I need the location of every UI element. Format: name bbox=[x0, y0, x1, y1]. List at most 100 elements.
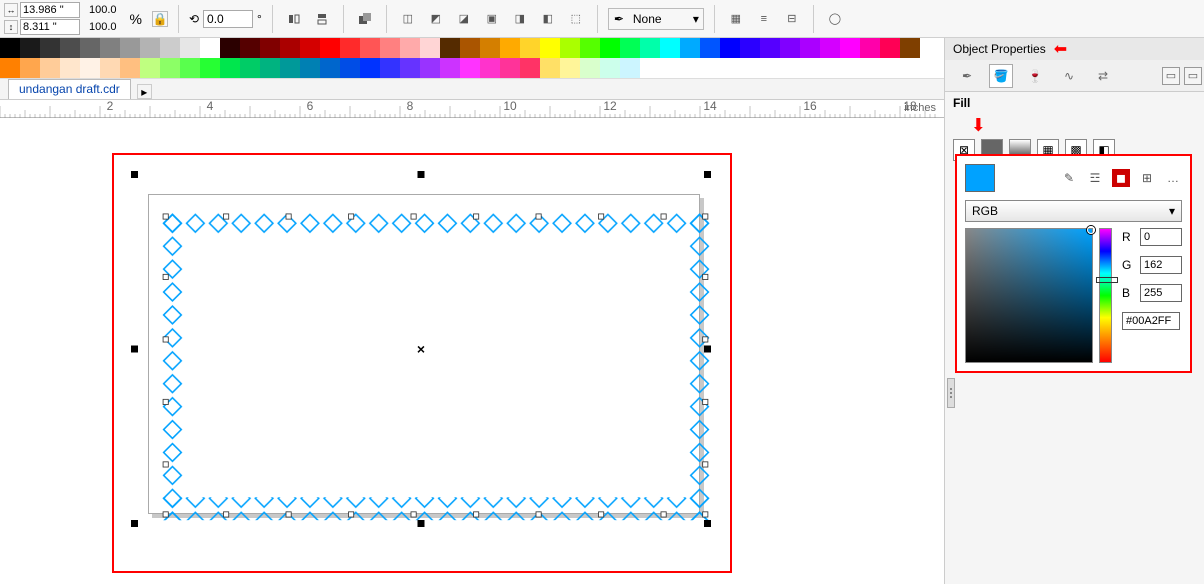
palette-swatch[interactable] bbox=[480, 38, 500, 58]
palette-swatch[interactable] bbox=[0, 58, 20, 78]
palette-swatch[interactable] bbox=[320, 58, 340, 78]
palette-swatch[interactable] bbox=[300, 58, 320, 78]
back-minus-front-button[interactable]: ◧ bbox=[537, 8, 559, 30]
palette-swatch[interactable] bbox=[40, 38, 60, 58]
palette-swatch[interactable] bbox=[420, 38, 440, 58]
palette-swatch[interactable] bbox=[700, 38, 720, 58]
selection-handle[interactable] bbox=[704, 171, 711, 178]
palette-swatch[interactable] bbox=[500, 38, 520, 58]
rotation-input[interactable] bbox=[203, 10, 253, 28]
align-button[interactable]: ≡ bbox=[753, 8, 775, 30]
b-input[interactable] bbox=[1140, 284, 1182, 302]
outline-width-dropdown[interactable]: ✒ None ▾ bbox=[608, 8, 704, 30]
palette-swatch[interactable] bbox=[120, 38, 140, 58]
palette-swatch[interactable] bbox=[100, 58, 120, 78]
palette-swatch[interactable] bbox=[360, 38, 380, 58]
palette-swatch[interactable] bbox=[340, 58, 360, 78]
intersect-button[interactable]: ◪ bbox=[453, 8, 475, 30]
palette-swatch[interactable] bbox=[540, 38, 560, 58]
selection-handle[interactable] bbox=[704, 520, 711, 527]
saturation-value-field[interactable] bbox=[965, 228, 1093, 363]
palette-swatch[interactable] bbox=[860, 38, 880, 58]
outline-tab[interactable]: ✒ bbox=[955, 64, 979, 88]
wrap-text-button[interactable]: ▦ bbox=[725, 8, 747, 30]
palette-swatch[interactable] bbox=[240, 58, 260, 78]
palette-swatch[interactable] bbox=[60, 58, 80, 78]
selection-handle[interactable] bbox=[418, 520, 425, 527]
boundary-button[interactable]: ⬚ bbox=[565, 8, 587, 30]
palette-swatch[interactable] bbox=[180, 58, 200, 78]
mirror-vertical-button[interactable] bbox=[311, 8, 333, 30]
color-model-dropdown[interactable]: RGB ▾ bbox=[965, 200, 1182, 222]
to-front-button[interactable] bbox=[354, 8, 376, 30]
palette-swatch[interactable] bbox=[640, 38, 660, 58]
palette-swatch[interactable] bbox=[440, 38, 460, 58]
summary-tab[interactable]: ⇄ bbox=[1091, 64, 1115, 88]
selection-handle[interactable] bbox=[131, 171, 138, 178]
g-input[interactable] bbox=[1140, 256, 1182, 274]
palette-swatch[interactable] bbox=[880, 38, 900, 58]
palette-swatch[interactable] bbox=[160, 38, 180, 58]
palette-swatch[interactable] bbox=[540, 58, 560, 78]
palette-swatch[interactable] bbox=[760, 38, 780, 58]
palette-swatch[interactable] bbox=[800, 38, 820, 58]
r-input[interactable] bbox=[1140, 228, 1182, 246]
docker-menu-button[interactable]: ▭ bbox=[1162, 67, 1180, 85]
palette-swatch[interactable] bbox=[500, 58, 520, 78]
scale-y-value[interactable]: 100.0 bbox=[86, 19, 120, 35]
hex-input[interactable] bbox=[1122, 312, 1180, 330]
palette-swatch[interactable] bbox=[20, 58, 40, 78]
palette-swatch[interactable] bbox=[480, 58, 500, 78]
palette-swatch[interactable] bbox=[820, 38, 840, 58]
fill-tab[interactable]: 🪣 bbox=[989, 64, 1013, 88]
tab-scroll-button[interactable]: ▸ bbox=[137, 84, 152, 99]
color-sliders-button[interactable]: ☲ bbox=[1086, 169, 1104, 187]
palette-swatch[interactable] bbox=[220, 58, 240, 78]
palette-swatch[interactable] bbox=[900, 38, 920, 58]
palette-swatch[interactable] bbox=[560, 58, 580, 78]
object-height-input[interactable] bbox=[20, 19, 80, 35]
palette-swatch[interactable] bbox=[240, 38, 260, 58]
align-button-2[interactable]: ⊟ bbox=[781, 8, 803, 30]
simplify-button[interactable]: ▣ bbox=[481, 8, 503, 30]
palette-swatch[interactable] bbox=[420, 58, 440, 78]
palette-swatch[interactable] bbox=[440, 58, 460, 78]
palette-swatch[interactable] bbox=[460, 38, 480, 58]
hue-marker[interactable] bbox=[1096, 277, 1118, 283]
convert-curves-button[interactable]: ◯ bbox=[824, 8, 846, 30]
palette-swatch[interactable] bbox=[400, 38, 420, 58]
palette-swatch[interactable] bbox=[80, 58, 100, 78]
palette-swatch[interactable] bbox=[400, 58, 420, 78]
palette-swatch[interactable] bbox=[120, 58, 140, 78]
color-palettes-button[interactable]: ⊞ bbox=[1138, 169, 1156, 187]
front-minus-back-button[interactable]: ◨ bbox=[509, 8, 531, 30]
trim-button[interactable]: ◩ bbox=[425, 8, 447, 30]
palette-swatch[interactable] bbox=[600, 38, 620, 58]
palette-swatch[interactable] bbox=[140, 58, 160, 78]
palette-swatch[interactable] bbox=[580, 58, 600, 78]
document-tab[interactable]: undangan draft.cdr bbox=[8, 79, 131, 99]
palette-swatch[interactable] bbox=[300, 38, 320, 58]
palette-swatch[interactable] bbox=[560, 38, 580, 58]
palette-swatch[interactable] bbox=[660, 38, 680, 58]
color-viewer-button[interactable]: ◼ bbox=[1112, 169, 1130, 187]
palette-swatch[interactable] bbox=[220, 38, 240, 58]
selection-handle[interactable] bbox=[131, 346, 138, 353]
palette-swatch[interactable] bbox=[140, 38, 160, 58]
palette-swatch[interactable] bbox=[580, 38, 600, 58]
palette-swatch[interactable] bbox=[840, 38, 860, 58]
palette-swatch[interactable] bbox=[380, 58, 400, 78]
palette-swatch[interactable] bbox=[280, 58, 300, 78]
palette-swatch[interactable] bbox=[0, 38, 20, 58]
palette-swatch[interactable] bbox=[720, 38, 740, 58]
palette-swatch[interactable] bbox=[620, 38, 640, 58]
palette-swatch[interactable] bbox=[600, 58, 620, 78]
docker-expand-button[interactable]: ▭ bbox=[1184, 67, 1202, 85]
palette-swatch[interactable] bbox=[160, 58, 180, 78]
palette-swatch[interactable] bbox=[340, 38, 360, 58]
palette-swatch[interactable] bbox=[520, 58, 540, 78]
palette-swatch[interactable] bbox=[460, 58, 480, 78]
palette-swatch[interactable] bbox=[260, 38, 280, 58]
palette-swatch[interactable] bbox=[780, 38, 800, 58]
palette-swatch[interactable] bbox=[200, 38, 220, 58]
